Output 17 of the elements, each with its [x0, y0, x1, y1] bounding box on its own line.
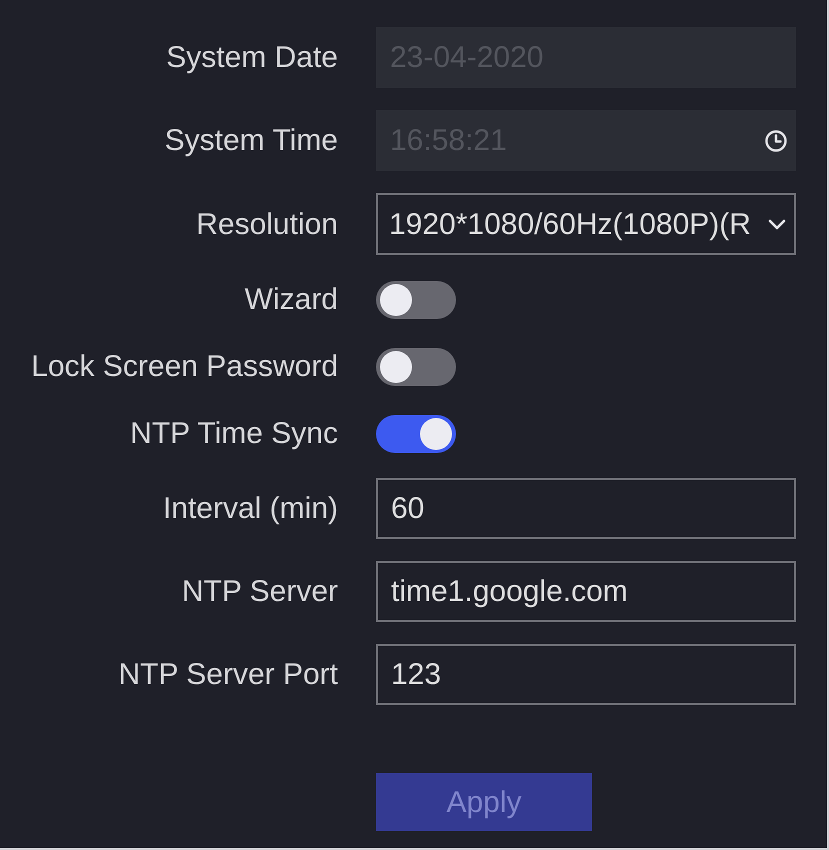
field-label: Resolution — [195, 206, 338, 242]
input-field[interactable]: 60 — [376, 478, 796, 539]
dropdown[interactable]: 1920*1080/60Hz(1080P)(R — [376, 193, 796, 255]
field-label: NTP Time Sync — [129, 416, 338, 452]
field-label: Wizard — [244, 282, 338, 318]
field-label: Lock Screen Password — [30, 349, 338, 385]
field-label: System Time — [164, 123, 338, 159]
field-label: Interval (min) — [162, 491, 338, 527]
input-field[interactable]: 123 — [376, 644, 796, 705]
field-label: System Date — [165, 40, 338, 76]
field-label: NTP Server — [180, 574, 338, 610]
field-label: NTP Server Port — [117, 657, 338, 693]
toggle-switch[interactable] — [376, 348, 456, 386]
chevron-down-icon — [768, 218, 786, 230]
toggle-switch[interactable] — [376, 414, 456, 452]
input-field[interactable]: time1.google.com — [376, 561, 796, 622]
toggle-switch[interactable] — [376, 280, 456, 318]
